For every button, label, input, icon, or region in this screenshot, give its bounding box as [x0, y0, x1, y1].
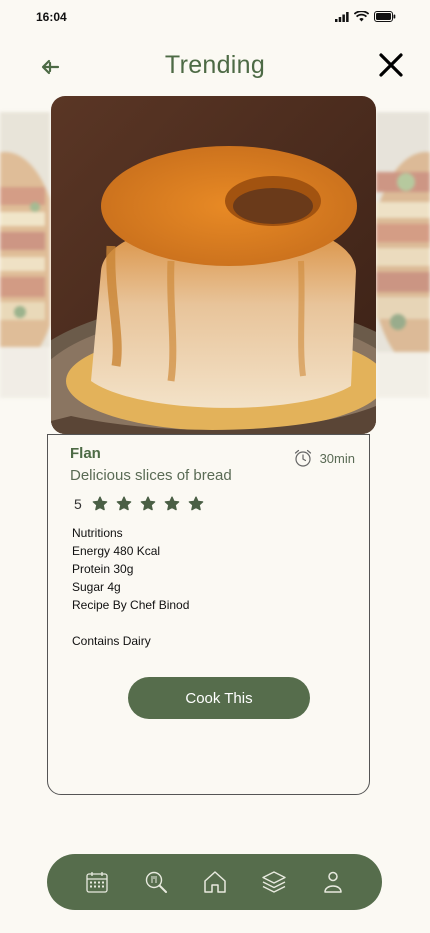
search-recipe-icon: [145, 871, 167, 893]
status-time: 16:04: [36, 10, 67, 24]
nav-collections[interactable]: [257, 865, 291, 899]
close-icon: [379, 53, 403, 77]
dish-name: Flan: [70, 445, 101, 462]
nutrition-info: Nutritions Energy 480 Kcal Protein 30g S…: [72, 524, 189, 650]
nutrition-protein: Protein 30g: [72, 562, 134, 576]
rating: 5: [74, 496, 204, 512]
nav-profile[interactable]: [316, 865, 350, 899]
star-rating: [92, 496, 204, 512]
allergen-note: Contains Dairy: [72, 634, 151, 648]
layers-icon: [261, 871, 286, 893]
battery-icon: [374, 11, 396, 22]
cook-this-button[interactable]: Cook This: [128, 677, 310, 719]
page-title: Trending: [164, 51, 266, 79]
nutrition-heading: Nutritions: [72, 526, 123, 540]
star-icon: [188, 496, 204, 511]
recipe-card: Flan Delicious slices of bread 30min 5 N…: [47, 434, 370, 795]
nav-search[interactable]: [139, 865, 173, 899]
lasagna-image: [376, 112, 430, 398]
home-icon: [203, 871, 226, 893]
lasagna-image: [0, 112, 50, 398]
alarm-clock-icon: [294, 449, 311, 467]
cook-time-label: 30min: [319, 450, 355, 466]
nav-calendar[interactable]: [80, 865, 114, 899]
calendar-icon: [85, 872, 108, 893]
profile-icon: [323, 871, 342, 893]
star-icon: [92, 496, 108, 511]
nutrition-energy: Energy 480 Kcal: [72, 544, 161, 558]
star-icon: [140, 496, 156, 511]
nutrition-sugar: Sugar 4g: [72, 580, 121, 594]
carousel-prev-card[interactable]: [0, 112, 50, 398]
signal-icon: [335, 11, 349, 22]
star-icon: [164, 496, 180, 511]
carousel-next-card[interactable]: [376, 112, 430, 398]
cook-time: 30min: [293, 448, 355, 468]
status-bar: 16:04: [0, 0, 430, 34]
status-icons: [335, 11, 396, 22]
nav-home[interactable]: [198, 865, 232, 899]
dish-subtitle: Delicious slices of bread: [70, 467, 232, 484]
recipe-author: Recipe By Chef Binod: [72, 598, 190, 612]
flan-image: [51, 96, 376, 434]
header: Trending: [0, 44, 430, 90]
wifi-icon: [354, 11, 369, 22]
bottom-nav: [47, 854, 382, 910]
close-button[interactable]: [374, 48, 408, 82]
food-image: [51, 96, 376, 434]
star-icon: [116, 496, 132, 511]
rating-value: 5: [74, 496, 82, 512]
